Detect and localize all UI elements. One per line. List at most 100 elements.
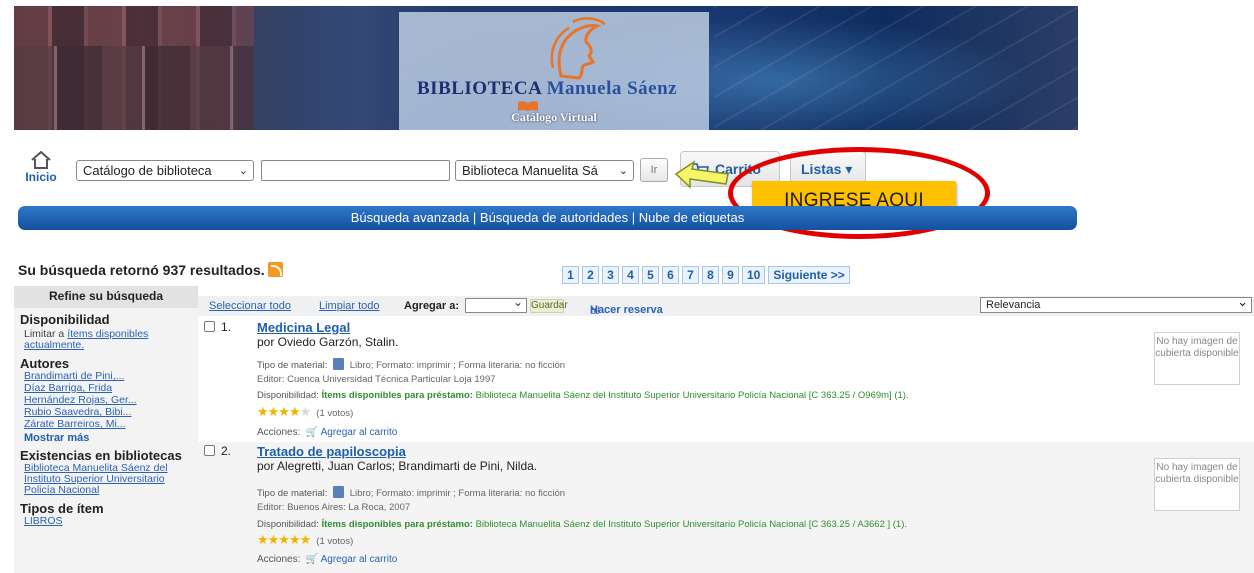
- item-type-facet-link[interactable]: LIBROS: [14, 516, 198, 528]
- page-link[interactable]: 7: [682, 266, 699, 284]
- availability: Disponibilidad: Ítems disponibles para p…: [257, 390, 909, 401]
- publisher: Editor: Cuenca Universidad Técnica Parti…: [257, 374, 496, 385]
- advanced-search-link[interactable]: Búsqueda avanzada: [351, 210, 470, 225]
- tag-cloud-link[interactable]: Nube de etiquetas: [639, 210, 745, 225]
- result-author: por Oviedo Garzón, Stalin.: [257, 335, 399, 349]
- next-page-link[interactable]: Siguiente >>: [768, 266, 850, 284]
- page-link[interactable]: 1: [562, 266, 579, 284]
- clear-all-link[interactable]: Limpiar todo: [319, 300, 380, 312]
- separator: |: [472, 210, 480, 225]
- add-to-cart-label: Agregar al carrito: [320, 554, 398, 565]
- availability-status: Ítems disponibles para préstamo:: [321, 390, 473, 401]
- publisher: Editor: Buenos Aires: La Roca, 2007: [257, 502, 411, 513]
- page-link[interactable]: 9: [722, 266, 739, 284]
- no-cover-image: No hay imagen de cubierta disponible: [1154, 332, 1240, 385]
- availability: Disponibilidad: Ítems disponibles para p…: [257, 519, 907, 530]
- header-banner: BIBLIOTECA Manuela Sáenz Catálogo Virtua…: [14, 6, 1078, 130]
- availability-label: Disponibilidad:: [257, 519, 319, 530]
- page-link[interactable]: 8: [702, 266, 719, 284]
- vote-count: (1 votos): [316, 536, 354, 547]
- refine-title: Refine su búsqueda: [14, 286, 198, 308]
- vote-count: (1 votos): [316, 408, 354, 419]
- holdings-facet-link[interactable]: Biblioteca Manuelita Sáenz del Instituto…: [14, 463, 198, 497]
- select-all-link[interactable]: Seleccionar todo: [209, 300, 291, 312]
- refine-sidebar: Refine su búsqueda Disponibilidad Limita…: [14, 286, 198, 573]
- chevron-down-icon: ⌄: [238, 165, 248, 177]
- material-type: Tipo de material: Libro; Formato: imprim…: [257, 358, 565, 371]
- show-more-link[interactable]: Mostrar más: [14, 431, 198, 444]
- actions-label: Acciones:: [257, 427, 301, 438]
- page-link[interactable]: 4: [622, 266, 639, 284]
- sort-select[interactable]: Relevancia: [980, 294, 1252, 313]
- author-facet-link[interactable]: Zárate Barreiros, Mi...: [14, 419, 198, 431]
- result-number: 2.: [221, 444, 232, 458]
- availability-heading: Disponibilidad: [20, 312, 110, 327]
- result-author: por Alegretti, Juan Carlos; Brandimarti …: [257, 459, 538, 473]
- profile-silhouette-icon: [550, 17, 606, 80]
- rating-stars[interactable]: ★★★★★ (1 votos): [257, 404, 353, 420]
- page-link[interactable]: 5: [642, 266, 659, 284]
- place-hold-label: Hacer reserva: [590, 304, 663, 316]
- result-title-link[interactable]: Medicina Legal: [257, 320, 350, 335]
- star-icon: ★★★★: [257, 404, 301, 419]
- go-button[interactable]: Ir: [640, 158, 668, 182]
- library-name: BIBLIOTECA Manuela Sáenz: [417, 78, 707, 100]
- page-link[interactable]: 2: [582, 266, 599, 284]
- material-value: Libro; Formato: imprimir ; Forma literar…: [349, 360, 566, 371]
- add-to-label: Agregar a:: [404, 300, 460, 312]
- home-link[interactable]: Inicio: [20, 151, 62, 193]
- annotation-arrow-icon: [674, 160, 729, 189]
- separator: |: [631, 210, 639, 225]
- rating-stars[interactable]: ★★★★★ (1 votos): [257, 532, 353, 548]
- library-logo[interactable]: BIBLIOTECA Manuela Sáenz Catálogo Virtua…: [399, 12, 709, 130]
- result-number: 1.: [221, 320, 232, 334]
- search-options-bar: Búsqueda avanzada | Búsqueda de autorida…: [18, 206, 1077, 230]
- library-name-part1: BIBLIOTECA: [417, 78, 542, 99]
- add-to-cart-link[interactable]: 🛒 Agregar al carrito: [303, 554, 397, 565]
- result-item: 1. Medicina Legal por Oviedo Garzón, Sta…: [198, 318, 1254, 442]
- item-types-heading: Tipos de ítem: [20, 501, 104, 516]
- results-count-text: Su búsqueda retornó 937 resultados.: [18, 262, 265, 278]
- star-empty-icon: ★: [299, 404, 312, 419]
- banner-lines: [714, 6, 1078, 130]
- chevron-down-icon: ⌄: [618, 165, 628, 177]
- result-title-link[interactable]: Tratado de papiloscopia: [257, 444, 406, 459]
- availability-label: Disponibilidad:: [257, 390, 319, 401]
- add-to-select[interactable]: [465, 295, 527, 313]
- result-item: 2. Tratado de papiloscopia por Alegretti…: [198, 442, 1254, 573]
- page-link[interactable]: 10: [742, 266, 766, 284]
- add-to-cart-link[interactable]: 🛒 Agregar al carrito: [303, 427, 397, 438]
- page-link[interactable]: 3: [602, 266, 619, 284]
- page-link[interactable]: 6: [662, 266, 679, 284]
- result-actions: Acciones: 🛒 Agregar al carrito: [257, 554, 397, 565]
- branch-select[interactable]: Biblioteca Manuelita Sá ⌄: [455, 160, 634, 181]
- availability-location: Biblioteca Manuelita Sáenz del Instituto…: [475, 519, 908, 530]
- results-toolbar: Seleccionar todo Limpiar todo Agregar a:…: [198, 294, 1254, 317]
- result-actions: Acciones: 🛒 Agregar al carrito: [257, 427, 397, 438]
- add-to-cart-label: Agregar al carrito: [320, 427, 398, 438]
- search-input[interactable]: [261, 160, 450, 181]
- availability-filter: Limitar a ítems disponibles actualmente.: [14, 327, 198, 352]
- book-icon: [333, 358, 345, 370]
- holdings-heading: Existencias en bibliotecas: [20, 448, 182, 463]
- catalog-subtitle: Catálogo Virtual: [511, 110, 597, 124]
- actions-label: Acciones:: [257, 554, 301, 565]
- save-button[interactable]: Guardar: [530, 299, 568, 313]
- catalog-select-value: Catálogo de biblioteca: [83, 163, 212, 178]
- authority-search-link[interactable]: Búsqueda de autoridades: [480, 210, 628, 225]
- home-label: Inicio: [25, 170, 57, 184]
- rss-icon[interactable]: [267, 262, 283, 277]
- catalog-select[interactable]: Catálogo de biblioteca ⌄: [76, 160, 254, 181]
- material-type: Tipo de material: Libro; Formato: imprim…: [257, 486, 565, 499]
- availability-location: Biblioteca Manuelita Sáenz del Instituto…: [475, 390, 909, 401]
- library-name-part2: Manuela Sáenz: [546, 78, 678, 99]
- result-checkbox[interactable]: [204, 445, 215, 456]
- book-icon: [333, 486, 345, 498]
- material-label: Tipo de material:: [257, 360, 328, 371]
- result-checkbox[interactable]: [204, 321, 215, 332]
- results-count: Su búsqueda retornó 937 resultados.: [18, 262, 283, 278]
- material-value: Libro; Formato: imprimir ; Forma literar…: [349, 488, 566, 499]
- star-icon: ★★★★★: [257, 532, 311, 547]
- availability-status: Ítems disponibles para préstamo:: [321, 519, 473, 530]
- material-label: Tipo de material:: [257, 488, 328, 499]
